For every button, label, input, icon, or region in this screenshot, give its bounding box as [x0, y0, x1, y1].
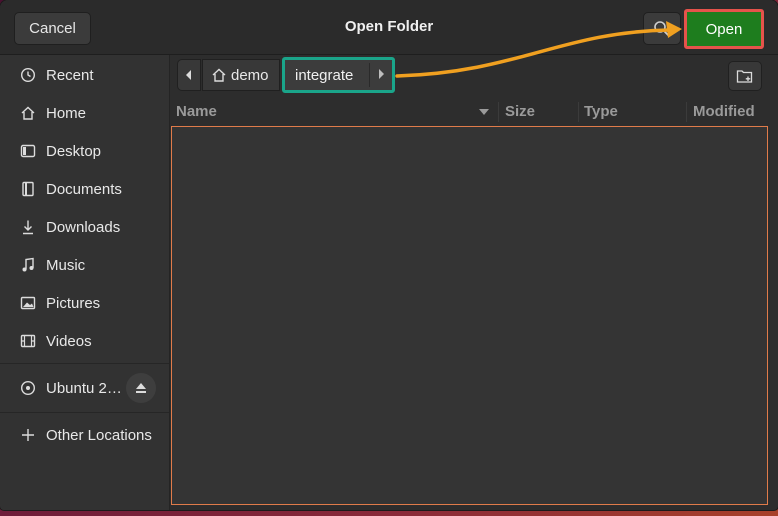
sidebar-item-label: Home [46, 104, 87, 122]
desktop-icon [18, 141, 38, 161]
chevron-right-icon [379, 69, 384, 79]
places-sidebar: Recent Home Desktop Documents Downloads [0, 55, 170, 510]
sidebar-item-music[interactable]: Music [18, 253, 168, 277]
sidebar-item-recent[interactable]: Recent [18, 63, 168, 87]
home-icon [18, 103, 38, 123]
sidebar-divider [0, 412, 169, 413]
sidebar-item-label: Desktop [46, 142, 102, 160]
open-folder-dialog: Cancel Open Folder Open Recent Home Desk… [0, 0, 778, 510]
sidebar-item-home[interactable]: Home [18, 101, 168, 125]
sidebar-item-documents[interactable]: Documents [18, 177, 168, 201]
sidebar-item-pictures[interactable]: Pictures [18, 291, 168, 315]
picture-icon [18, 293, 38, 313]
chevron-left-icon [186, 70, 191, 80]
video-icon [18, 331, 38, 351]
sidebar-item-label: Music [46, 256, 86, 274]
column-header-type[interactable]: Type [584, 103, 618, 120]
new-folder-button[interactable] [728, 61, 762, 91]
sidebar-item-label: Other Locations [46, 426, 152, 444]
column-divider[interactable] [578, 102, 579, 122]
sidebar-item-desktop[interactable]: Desktop [18, 139, 168, 163]
sidebar-item-downloads[interactable]: Downloads [18, 215, 168, 239]
sort-descending-icon [479, 109, 489, 115]
home-icon [212, 68, 226, 82]
column-header-size[interactable]: Size [505, 103, 535, 120]
open-button[interactable]: Open [684, 9, 764, 49]
file-list[interactable] [171, 126, 768, 505]
sidebar-item-label: Downloads [46, 218, 121, 236]
new-folder-icon [736, 70, 753, 83]
breadcrumb-integrate[interactable]: integrate [282, 57, 395, 93]
sidebar-item-ubuntu-device[interactable]: Ubuntu 2… [18, 376, 123, 400]
disc-icon [18, 378, 38, 398]
sidebar-item-label: Videos [46, 332, 92, 350]
header-bar: Cancel Open Folder Open [0, 0, 778, 55]
sidebar-item-videos[interactable]: Videos [18, 329, 168, 353]
document-icon [18, 179, 38, 199]
breadcrumb-label: integrate [295, 66, 354, 84]
music-icon [18, 255, 38, 275]
sidebar-item-label: Ubuntu 2… [46, 379, 122, 397]
file-list-header: Name Size Type Modified [170, 99, 778, 125]
plus-icon [18, 425, 38, 445]
column-divider[interactable] [498, 102, 499, 122]
eject-icon [136, 383, 146, 393]
column-header-modified[interactable]: Modified [693, 103, 755, 120]
search-button[interactable] [643, 12, 681, 45]
column-header-name[interactable]: Name [176, 103, 217, 120]
search-icon [654, 20, 670, 36]
breadcrumb-demo[interactable]: demo [202, 59, 280, 91]
path-back-button[interactable] [177, 59, 201, 91]
column-divider[interactable] [686, 102, 687, 122]
download-icon [18, 217, 38, 237]
sidebar-item-label: Recent [46, 66, 94, 84]
breadcrumb-separator [369, 63, 370, 87]
eject-button[interactable] [126, 373, 156, 403]
clock-icon [18, 65, 38, 85]
sidebar-item-label: Documents [46, 180, 122, 198]
sidebar-divider [0, 363, 169, 364]
breadcrumb-label: demo [231, 66, 269, 84]
sidebar-item-label: Pictures [46, 294, 101, 312]
sidebar-item-other-locations[interactable]: Other Locations [18, 423, 168, 447]
